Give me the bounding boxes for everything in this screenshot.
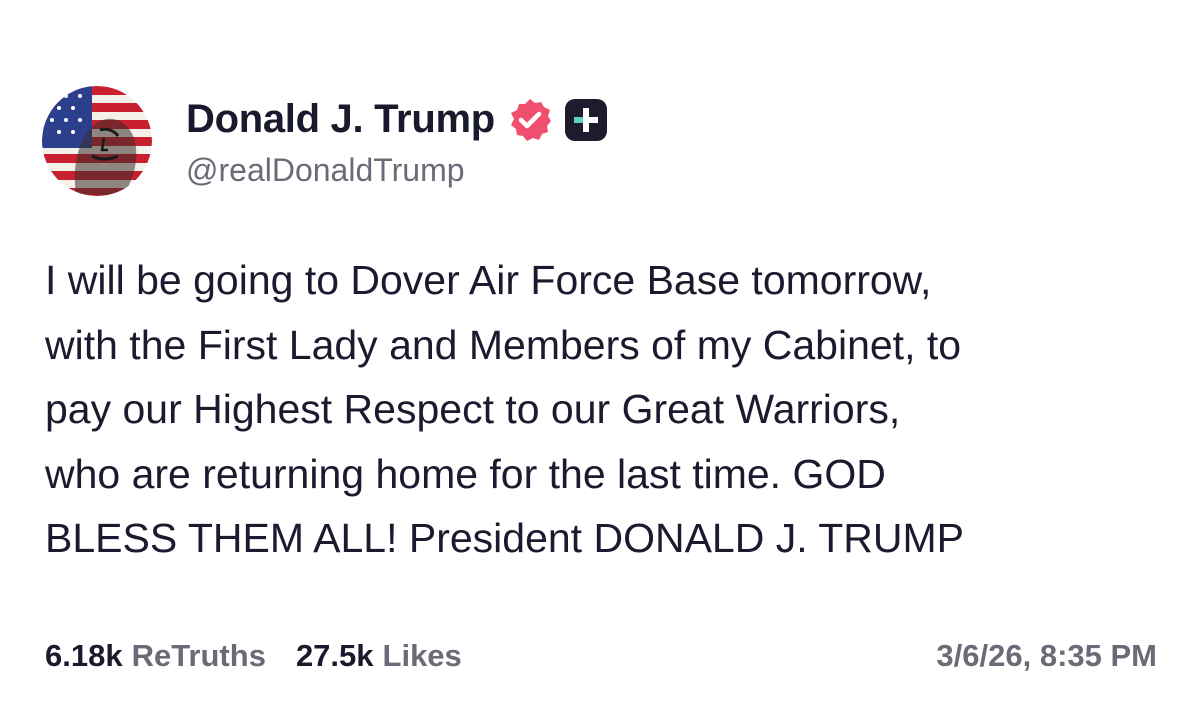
user-handle[interactable]: @realDonaldTrump [186, 152, 609, 189]
name-row: Donald J. Trump [186, 94, 609, 146]
display-name[interactable]: Donald J. Trump [186, 97, 495, 142]
post-footer: 6.18k ReTruths 27.5k Likes 3/6/26, 8:35 … [45, 638, 1157, 674]
post-timestamp[interactable]: 3/6/26, 8:35 PM [936, 638, 1157, 674]
avatar[interactable] [42, 86, 152, 196]
plus-badge-icon [563, 97, 609, 143]
retruths-count: 6.18k [45, 638, 123, 673]
retruths-label: ReTruths [131, 638, 266, 673]
post-header: Donald J. Trump @realDonaldTrump [42, 86, 609, 196]
likes-label: Likes [382, 638, 462, 673]
author-names: Donald J. Trump @realDonaldTrump [186, 94, 609, 189]
verified-badge-icon [507, 97, 553, 143]
likes-count: 27.5k [295, 638, 374, 673]
likes-stat[interactable]: 27.5k Likes [296, 638, 462, 674]
retruths-stat[interactable]: 6.18k ReTruths [45, 638, 266, 674]
truth-post: Donald J. Trump @realDonaldTrump I will … [0, 0, 1200, 708]
post-body-text: I will be going to Dover Air Force Base … [45, 257, 965, 561]
flag-portrait-avatar-icon [42, 86, 152, 196]
